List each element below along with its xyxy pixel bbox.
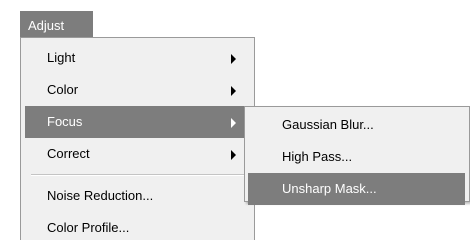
menu-item-focus[interactable]: Focus <box>25 106 250 138</box>
menu-item-correct[interactable]: Correct <box>25 138 250 170</box>
menu-item-noise-reduction[interactable]: Noise Reduction... <box>25 180 250 212</box>
submenu-arrow-icon <box>231 54 236 64</box>
menu-item-color-label: Color <box>47 82 79 97</box>
submenu-item-unsharp-mask[interactable]: Unsharp Mask... <box>248 173 465 205</box>
menu-item-color-profile-label: Color Profile... <box>47 220 130 235</box>
menu-item-noise-reduction-label: Noise Reduction... <box>47 188 154 203</box>
submenu-item-unsharp-mask-label: Unsharp Mask... <box>282 181 377 196</box>
submenu-item-gaussian-blur[interactable]: Gaussian Blur... <box>248 109 465 141</box>
menu-item-light-label: Light <box>47 50 76 65</box>
menu-item-color-profile[interactable]: Color Profile... <box>25 212 250 240</box>
adjust-menu-screen: Adjust Light Color Focus Correct Noise R… <box>0 0 470 240</box>
submenu-item-gaussian-blur-label: Gaussian Blur... <box>282 117 374 132</box>
menu-item-focus-label: Focus <box>47 114 83 129</box>
submenu-arrow-icon <box>231 86 236 96</box>
menu-item-correct-label: Correct <box>47 146 90 161</box>
submenu-item-high-pass-label: High Pass... <box>282 149 353 164</box>
menu-item-color[interactable]: Color <box>25 74 250 106</box>
menu-separator <box>31 174 248 176</box>
menubar-adjust[interactable]: Adjust <box>20 11 93 38</box>
submenu-arrow-icon <box>231 150 236 160</box>
submenu-item-high-pass[interactable]: High Pass... <box>248 141 465 173</box>
submenu-arrow-icon <box>231 118 236 128</box>
adjust-dropdown-menu: Light Color Focus Correct Noise Reductio… <box>20 37 255 240</box>
focus-submenu: Gaussian Blur... High Pass... Unsharp Ma… <box>244 106 470 205</box>
menubar-adjust-label: Adjust <box>28 18 65 33</box>
menu-item-light[interactable]: Light <box>25 42 250 74</box>
